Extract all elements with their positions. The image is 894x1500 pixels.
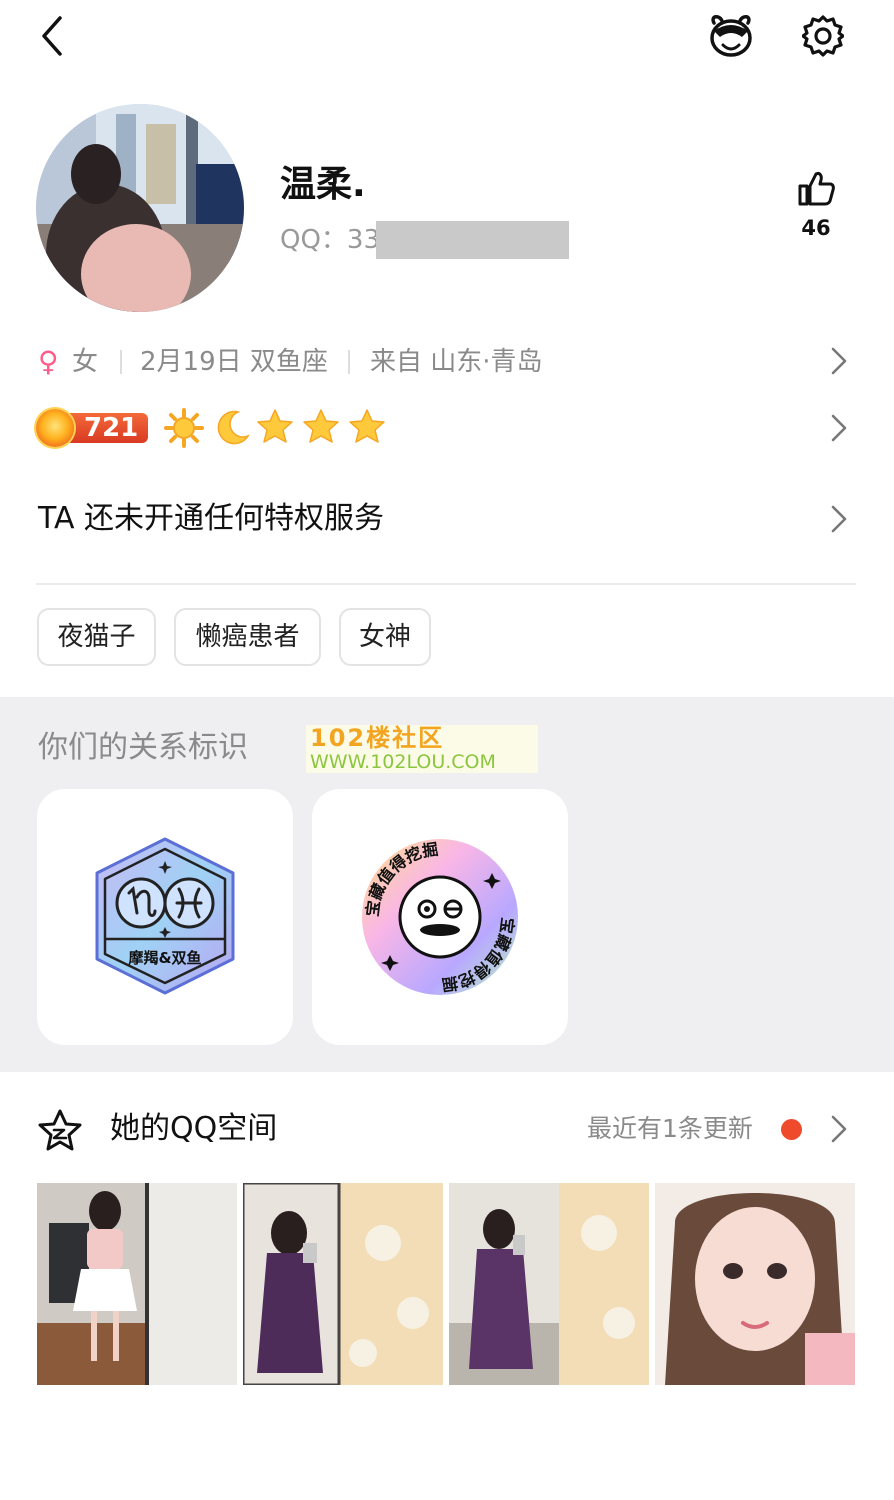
zodiac-badge-icon: 摩羯&双鱼	[95, 837, 235, 995]
level-crown-icon	[36, 409, 74, 447]
moon-icon	[217, 410, 250, 445]
divider	[36, 583, 856, 585]
chevron-right-icon[interactable]	[830, 413, 848, 443]
gender-symbol: ♀	[38, 345, 59, 378]
location-text: 来自 山东·青岛	[370, 347, 543, 377]
chevron-right-icon	[831, 505, 847, 533]
qzone-update-text: 最近有1条更新	[587, 1114, 753, 1143]
tag-chip[interactable]: 懒癌患者	[174, 608, 321, 666]
watermark: 102楼社区 WWW.102LOU.COM	[306, 725, 538, 773]
tag-chip[interactable]: 夜猫子	[37, 608, 156, 666]
qzone-header[interactable]: 她的QQ空间 最近有1条更新	[0, 1100, 894, 1160]
like-button[interactable]: 46	[792, 168, 840, 250]
divider	[120, 350, 122, 374]
like-count: 46	[801, 216, 831, 240]
gear-icon	[802, 15, 844, 57]
relationship-badge-zodiac[interactable]: 摩羯&双鱼	[37, 789, 293, 1045]
thumbs-up-icon	[798, 172, 835, 206]
qzone-star-icon	[38, 1109, 82, 1151]
relationship-section: 你们的关系标识 102楼社区 WWW.102LOU.COM 摩羯&双鱼 宝藏值得…	[0, 697, 894, 1072]
birthday-text: 2月19日 双鱼座	[140, 347, 328, 377]
divider	[348, 350, 350, 374]
pet-button[interactable]	[706, 13, 756, 59]
avatar-image	[36, 104, 244, 312]
avatar[interactable]	[36, 104, 244, 312]
level-value: 721	[84, 413, 139, 443]
chevron-right-icon	[831, 1115, 847, 1143]
relationship-badge-treasure[interactable]: 宝藏值得挖掘 宝藏值得挖掘	[312, 789, 568, 1045]
nickname: 温柔.	[280, 164, 366, 205]
qzone-photo[interactable]	[655, 1183, 855, 1385]
privilege-text[interactable]: TA 还未开通任何特权服务	[38, 496, 384, 542]
treasure-badge-icon: 宝藏值得挖掘 宝藏值得挖掘	[362, 839, 518, 995]
star-icon	[349, 409, 385, 443]
qq-number-redaction	[376, 221, 569, 259]
gender-text: 女	[72, 347, 99, 377]
qzone-photo[interactable]	[449, 1183, 649, 1385]
back-button[interactable]	[38, 14, 68, 58]
chevron-right-icon	[831, 347, 847, 375]
zodiac-badge-label: 摩羯&双鱼	[128, 949, 201, 967]
pet-face-icon	[710, 15, 752, 57]
level-badge[interactable]: 721	[36, 409, 150, 447]
qq-number: QQ：33	[280, 225, 381, 255]
qzone-photo[interactable]	[243, 1183, 443, 1385]
unread-dot	[781, 1119, 802, 1140]
info-row[interactable]: ♀ 女 2月19日 双鱼座 来自 山东·青岛	[38, 340, 858, 384]
star-icon	[257, 409, 293, 443]
relationship-title: 你们的关系标识	[38, 730, 248, 765]
tag-chip[interactable]: 女神	[339, 608, 431, 666]
qzone-photo[interactable]	[37, 1183, 237, 1385]
qzone-title: 她的QQ空间	[110, 1111, 278, 1146]
back-arrow-icon	[42, 16, 62, 56]
star-icon	[303, 409, 339, 443]
settings-button[interactable]	[802, 14, 844, 58]
sun-icon	[164, 408, 204, 448]
